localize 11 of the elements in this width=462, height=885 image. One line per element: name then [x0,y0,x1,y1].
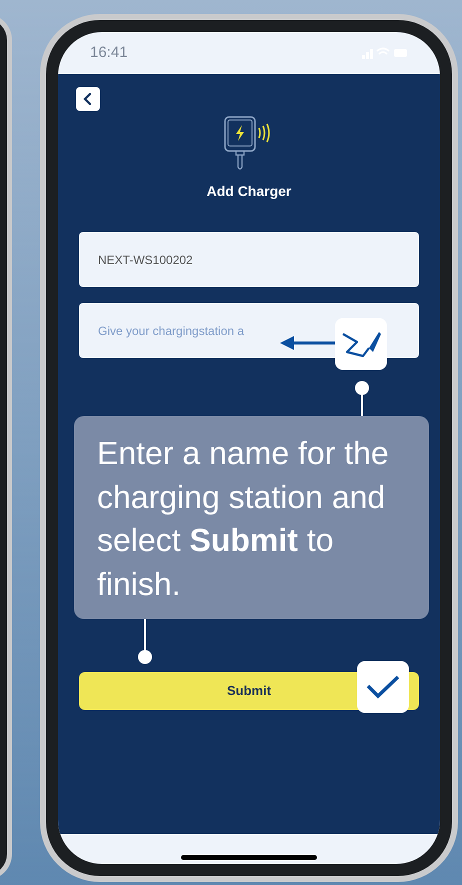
leader-line [355,381,369,417]
page-title: Add Charger [206,182,292,201]
checkmark-icon [357,661,409,713]
pen-icon [335,318,387,370]
charger-id-field[interactable]: NEXT-WS100202 [79,232,419,287]
arrow-icon [280,336,335,350]
back-button[interactable] [76,87,100,111]
instruction-callout: Enter a name for the charging station and select Submit to finish. [74,416,429,619]
status-time: 16:41 [90,42,128,63]
leader-line [138,619,152,665]
chevron-left-icon [83,93,93,105]
